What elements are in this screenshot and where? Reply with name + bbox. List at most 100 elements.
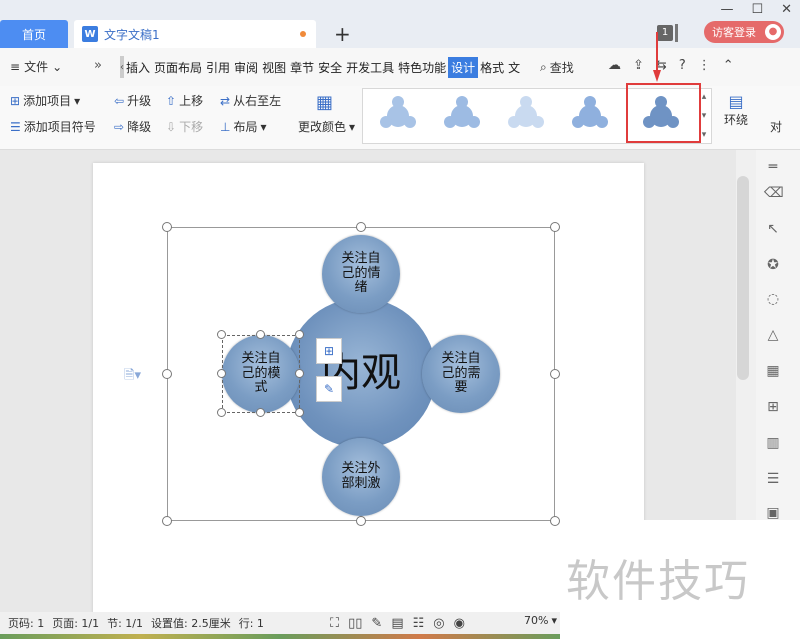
menu-format[interactable]: 格式 (478, 59, 506, 76)
style-thumb-4[interactable] (560, 94, 620, 134)
menu-insert[interactable]: 插入 (124, 59, 152, 76)
top-circle[interactable]: 关注自己的情绪 (322, 235, 400, 313)
shape-handle[interactable] (217, 330, 226, 339)
shape-style-brush-icon[interactable]: ✎ (316, 376, 342, 402)
chevron-down-icon: ▾ (260, 119, 267, 134)
shape-handle[interactable] (256, 408, 265, 417)
drag-handle-icon: ═ (768, 159, 778, 175)
tab-document[interactable]: W 文字文稿1 (74, 20, 316, 48)
shape-handle[interactable] (295, 408, 304, 417)
eraser-icon[interactable]: ⌫ (764, 184, 784, 202)
search-icon: ⌕ (540, 60, 547, 74)
chart-icon[interactable]: ▥ (764, 434, 782, 452)
shape-handle[interactable] (256, 330, 265, 339)
right-circle[interactable]: 关注自己的需要 (422, 335, 500, 413)
more-menus-button[interactable]: » (94, 58, 102, 73)
align-button[interactable]: 对 (770, 118, 782, 135)
badge-icon[interactable]: ✪ (764, 256, 782, 274)
resize-handle[interactable] (550, 222, 560, 232)
shape-layout-icon[interactable]: ⊞ (316, 338, 342, 364)
shapes-icon[interactable]: ◌ (764, 290, 782, 308)
share-icon[interactable]: ⇪ (633, 58, 644, 73)
collapse-icon[interactable]: ⌃ (723, 58, 734, 73)
right-to-left-button[interactable]: ⇄ 从右至左 (220, 92, 281, 109)
add-item-button[interactable]: ⊞ 添加项目 ▾ (10, 92, 80, 109)
cloud-icon[interactable]: ☁ (608, 58, 621, 73)
view-controls: ⛶ ▯▯ ✎ ▤ ☷ ◎ ◉ (330, 612, 465, 634)
wrap-icon: ▤ (728, 92, 744, 111)
minimize-icon[interactable]: — (720, 2, 733, 17)
center-circle[interactable]: 内观 (286, 298, 436, 448)
add-item-label: 添加项目 (23, 94, 72, 108)
resize-handle[interactable] (162, 222, 172, 232)
search-button[interactable]: ⌕ 查找 (540, 59, 574, 76)
menu-design[interactable]: 设计 (448, 56, 479, 78)
chevron-up-icon[interactable]: ▴ (702, 92, 707, 102)
shape-handle[interactable] (295, 369, 304, 378)
add-bullet-button[interactable]: ☰ 添加项目符号 (10, 118, 96, 135)
resize-handle[interactable] (356, 222, 366, 232)
table-icon[interactable]: ▦ (764, 362, 782, 380)
demote-button[interactable]: ⇨ 降级 (114, 118, 151, 135)
sliders-icon[interactable]: ☰ (764, 470, 782, 488)
layout-button[interactable]: ⊥ 布局 ▾ (220, 118, 267, 135)
menu-text[interactable]: 文 (506, 59, 520, 76)
resize-handle[interactable] (550, 516, 560, 526)
move-down-button[interactable]: ⇩ 下移 (166, 118, 203, 135)
pointer-icon[interactable]: ↖ (764, 220, 782, 238)
bottom-circle[interactable]: 关注外部刺激 (322, 438, 400, 516)
style-thumb-2[interactable] (432, 94, 492, 134)
wrap-button[interactable]: ▤ 环绕 (724, 92, 748, 128)
menu-references[interactable]: 引用 (204, 59, 232, 76)
visitor-login-button[interactable]: 访客登录 ● (704, 21, 784, 43)
change-color-button[interactable]: 更改颜色 ▾ (298, 118, 355, 135)
menu-review[interactable]: 审阅 (232, 59, 260, 76)
style-thumb-3[interactable] (496, 94, 556, 134)
file-menu[interactable]: ≡ 文件 ⌄ (10, 58, 62, 75)
web-view-icon[interactable]: ◎ (433, 616, 444, 631)
shape-handle[interactable] (295, 330, 304, 339)
right-label: 关注自己的需要 (441, 350, 481, 396)
window-controls: — ☐ ✕ (720, 2, 792, 17)
triangle-icon[interactable]: △ (764, 326, 782, 344)
move-up-button[interactable]: ⇧ 上移 (166, 92, 203, 109)
promote-button[interactable]: ⇦ 升级 (114, 92, 151, 109)
resize-handle[interactable] (162, 516, 172, 526)
resize-handle[interactable] (550, 369, 560, 379)
page-view-icon[interactable]: ▤ (391, 616, 403, 631)
read-mode-icon[interactable]: ▯▯ (348, 616, 362, 631)
chevron-down-icon[interactable]: ▾ (702, 111, 707, 121)
menu-view[interactable]: 视图 (260, 59, 288, 76)
menu-section[interactable]: 章节 (288, 59, 316, 76)
vertical-scrollbar[interactable] (737, 176, 749, 380)
fullscreen-icon[interactable]: ⛶ (330, 616, 339, 631)
demote-label: 降级 (127, 120, 152, 134)
resize-handle[interactable] (356, 516, 366, 526)
add-item-icon: ⊞ (10, 93, 21, 108)
page-layout-icon[interactable]: 🗎▾ (124, 366, 141, 388)
more-icon[interactable]: ⋮ (698, 58, 711, 73)
maximize-icon[interactable]: ☐ (751, 2, 763, 17)
help-icon[interactable]: ? (679, 58, 686, 73)
menu-developer[interactable]: 开发工具 (344, 59, 396, 76)
expand-icon[interactable]: ▾ (702, 130, 707, 140)
style-thumb-1[interactable] (368, 94, 428, 134)
gallery-scroll[interactable]: ▴ ▾ ▾ (698, 88, 710, 144)
close-icon[interactable]: ✕ (781, 2, 792, 17)
eye-protect-icon[interactable]: ◉ (454, 616, 465, 631)
outline-view-icon[interactable]: ☷ (413, 616, 425, 631)
document-title: 文字文稿1 (104, 27, 160, 42)
arrow-up-icon: ⇧ (166, 93, 177, 108)
resize-handle[interactable] (162, 369, 172, 379)
shape-handle[interactable] (217, 408, 226, 417)
zoom-control[interactable]: 70% ▾ (524, 614, 557, 627)
menu-security[interactable]: 安全 (316, 59, 344, 76)
menu-page-layout[interactable]: 页面布局 (152, 59, 204, 76)
new-tab-button[interactable]: + (334, 22, 351, 46)
edit-icon[interactable]: ✎ (371, 616, 382, 631)
chevron-down-icon: ▾ (349, 119, 356, 134)
menu-features[interactable]: 特色功能 (396, 59, 448, 76)
tab-home[interactable]: 首页 (0, 20, 68, 48)
shape-handle[interactable] (217, 369, 226, 378)
grid-icon[interactable]: ⊞ (764, 398, 782, 416)
